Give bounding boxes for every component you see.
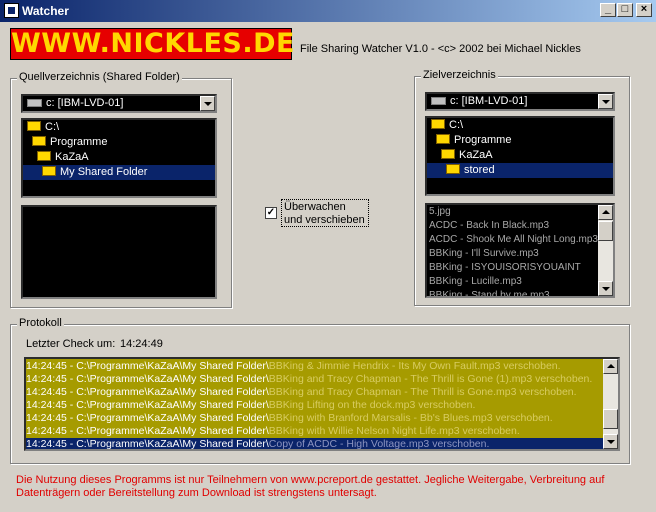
scroll-down-button[interactable] <box>603 434 618 449</box>
source-folder-item[interactable]: My Shared Folder <box>23 165 215 180</box>
log-entries: 14:24:45 - C:\Programme\KaZaA\My Shared … <box>26 360 603 450</box>
app-caption: File Sharing Watcher V1.0 - <c> 2002 bei… <box>300 43 581 55</box>
file-item[interactable]: BBKing - Stand by me.mp3 <box>427 289 598 296</box>
log-entry-path: 14:24:45 - C:\Programme\KaZaA\My Shared … <box>26 425 269 437</box>
log-entry-path: 14:24:45 - C:\Programme\KaZaA\My Shared … <box>26 373 269 385</box>
folder-label: C:\ <box>449 119 464 131</box>
last-check-time: 14:24:49 <box>120 338 163 350</box>
folder-label: Programme <box>454 134 512 146</box>
target-folder-item[interactable]: Programme <box>427 133 613 148</box>
folder-label: My Shared Folder <box>60 166 148 178</box>
watch-checkbox-label[interactable]: Überwachen und verschieben <box>281 199 369 227</box>
log-entry-path: 14:24:45 - C:\Programme\KaZaA\My Shared … <box>26 412 269 424</box>
drive-icon <box>431 97 446 106</box>
scroll-thumb[interactable] <box>603 409 618 429</box>
target-drive-dropdown-button[interactable] <box>598 94 613 109</box>
log-entry-file: BBKing with Willie Nelson Night Life.mp3… <box>268 425 520 437</box>
source-folder-item[interactable]: C:\ <box>23 120 215 135</box>
drive-icon <box>27 99 42 108</box>
log-entry[interactable]: 14:24:45 - C:\Programme\KaZaA\My Shared … <box>26 399 603 412</box>
source-folder-item[interactable]: KaZaA <box>23 150 215 165</box>
file-item[interactable]: ACDC - Shook Me All Night Long.mp3 <box>427 233 598 247</box>
file-item[interactable]: ACDC - Back In Black.mp3 <box>427 219 598 233</box>
file-item[interactable]: BBKing - ISYOUISORISYOUAINT <box>427 261 598 275</box>
file-item[interactable]: BBKing - Lucille.mp3 <box>427 275 598 289</box>
folder-label: Programme <box>50 136 108 148</box>
folder-icon <box>42 166 56 176</box>
log-entry[interactable]: 14:24:45 - C:\Programme\KaZaA\My Shared … <box>26 373 603 386</box>
log-entry-file: BBKing and Tracy Chapman - The Thrill is… <box>268 386 577 398</box>
target-folder-item[interactable]: C:\ <box>427 118 613 133</box>
log-entry-path: 14:24:45 - C:\Programme\KaZaA\My Shared … <box>26 399 269 411</box>
log-entry-path: 14:24:45 - C:\Programme\KaZaA\My Shared … <box>26 386 269 398</box>
minimize-button[interactable]: _ <box>600 3 616 17</box>
title-bar[interactable]: Watcher _ □ × <box>0 0 656 22</box>
scroll-up-button[interactable] <box>603 359 618 374</box>
scroll-thumb[interactable] <box>598 221 613 241</box>
log-entry-path: 14:24:45 - C:\Programme\KaZaA\My Shared … <box>26 438 269 450</box>
folder-label: C:\ <box>45 121 60 133</box>
folder-label: KaZaA <box>459 149 493 161</box>
log-entry[interactable]: 14:24:45 - C:\Programme\KaZaA\My Shared … <box>26 438 603 450</box>
target-folder-list[interactable]: C:\ Programme KaZaA stored <box>425 116 615 196</box>
source-group-label: Quellverzeichnis (Shared Folder) <box>17 71 182 83</box>
folder-icon <box>27 121 41 131</box>
file-item[interactable]: BBKing - I'll Survive.mp3 <box>427 247 598 261</box>
source-file-list[interactable] <box>21 205 217 299</box>
folder-icon <box>431 119 445 129</box>
nickles-logo: WWW.NICKLES.DE <box>10 28 295 60</box>
target-folder-item[interactable]: KaZaA <box>427 148 613 163</box>
log-entry[interactable]: 14:24:45 - C:\Programme\KaZaA\My Shared … <box>26 386 603 399</box>
maximize-button[interactable]: □ <box>617 3 633 17</box>
target-file-scrollbar[interactable] <box>598 205 613 296</box>
log-entry[interactable]: 14:24:45 - C:\Programme\KaZaA\My Shared … <box>26 360 603 373</box>
source-folder-item[interactable]: Programme <box>23 135 215 150</box>
log-entry-path: 14:24:45 - C:\Programme\KaZaA\My Shared … <box>26 360 269 372</box>
target-folder-item[interactable]: stored <box>427 163 613 178</box>
folder-icon <box>446 164 460 174</box>
license-notice: Die Nutzung dieses Programms ist nur Tei… <box>16 474 605 499</box>
target-file-items: 5.jpg ACDC - Back In Black.mp3 ACDC - Shoo… <box>427 205 598 296</box>
log-entry-file: BBKing with Branford Marsalis - Bb's Blu… <box>268 412 553 424</box>
file-item[interactable]: 5.jpg <box>427 205 598 219</box>
log-entry-file: Copy of ACDC - High Voltage.mp3 verschob… <box>268 438 490 450</box>
target-drive-select[interactable]: c: [IBM-LVD-01] <box>425 92 615 111</box>
log-entry-file: BBKing and Tracy Chapman - The Thrill is… <box>268 373 593 385</box>
folder-label: KaZaA <box>55 151 89 163</box>
watch-checkbox[interactable]: ✓ <box>265 207 277 219</box>
scroll-up-button[interactable] <box>598 205 613 220</box>
source-drive-select[interactable]: c: [IBM-LVD-01] <box>21 94 217 113</box>
protokoll-log-list[interactable]: 14:24:45 - C:\Programme\KaZaA\My Shared … <box>24 357 620 451</box>
source-drive-dropdown-button[interactable] <box>200 96 215 111</box>
folder-icon <box>441 149 455 159</box>
target-file-list[interactable]: 5.jpg ACDC - Back In Black.mp3 ACDC - Shoo… <box>425 203 615 298</box>
app-icon[interactable] <box>4 3 19 18</box>
folder-icon <box>436 134 450 144</box>
target-drive-value: c: [IBM-LVD-01] <box>450 95 528 107</box>
last-check-label: Letzter Check um: <box>26 338 116 350</box>
log-entry[interactable]: 14:24:45 - C:\Programme\KaZaA\My Shared … <box>26 412 603 425</box>
protokoll-group-label: Protokoll <box>17 317 64 329</box>
target-group-label: Zielverzeichnis <box>421 69 498 81</box>
log-entry-file: BBKing Lifting on the dock.mp3 verschobe… <box>268 399 476 411</box>
log-scrollbar[interactable] <box>603 359 618 449</box>
window-title: Watcher <box>22 4 69 18</box>
close-button[interactable]: × <box>636 3 652 17</box>
scroll-down-button[interactable] <box>598 281 613 296</box>
log-entry-file: BBKing & Jimmie Hendrix - Its My Own Fau… <box>268 360 561 372</box>
folder-icon <box>37 151 51 161</box>
source-folder-list[interactable]: C:\ Programme KaZaA My Shared Folder <box>21 118 217 198</box>
folder-icon <box>32 136 46 146</box>
folder-label: stored <box>464 164 495 176</box>
log-entry[interactable]: 14:24:45 - C:\Programme\KaZaA\My Shared … <box>26 425 603 438</box>
source-drive-value: c: [IBM-LVD-01] <box>46 97 124 109</box>
